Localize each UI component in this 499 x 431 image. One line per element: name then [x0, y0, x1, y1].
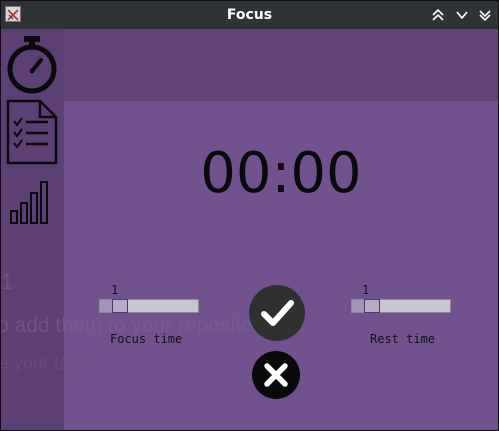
focus-time-slider[interactable] [99, 299, 199, 313]
rest-time-slider[interactable] [351, 299, 451, 313]
focus-time-label: Focus time [110, 332, 183, 346]
window-title: Focus [226, 7, 273, 23]
bar-chart-icon[interactable] [9, 179, 53, 225]
focus-window: Focus 00:00 1 o add them to your reposit… [0, 0, 499, 431]
rest-time-value: 1 [362, 283, 370, 297]
close-chevron-icon[interactable] [476, 6, 494, 24]
background-text-line: e your task [0, 353, 88, 373]
x-icon [264, 363, 288, 387]
top-band [64, 29, 498, 101]
slider-handle[interactable] [363, 299, 380, 313]
focus-time-value: 1 [111, 283, 119, 297]
minimize-icon[interactable] [453, 6, 471, 24]
checkmark-icon [261, 300, 294, 326]
title-bar[interactable]: Focus [1, 1, 498, 29]
slider-handle[interactable] [111, 299, 128, 313]
rest-time-label: Rest time [370, 332, 436, 346]
keep-above-icon[interactable] [429, 6, 447, 24]
background-text-line: 1 [1, 269, 14, 294]
checklist-icon[interactable] [6, 99, 58, 165]
cancel-button[interactable] [252, 351, 300, 399]
confirm-button[interactable] [249, 285, 305, 341]
timer-display: 00:00 [200, 141, 362, 206]
stopwatch-icon[interactable] [5, 33, 59, 95]
